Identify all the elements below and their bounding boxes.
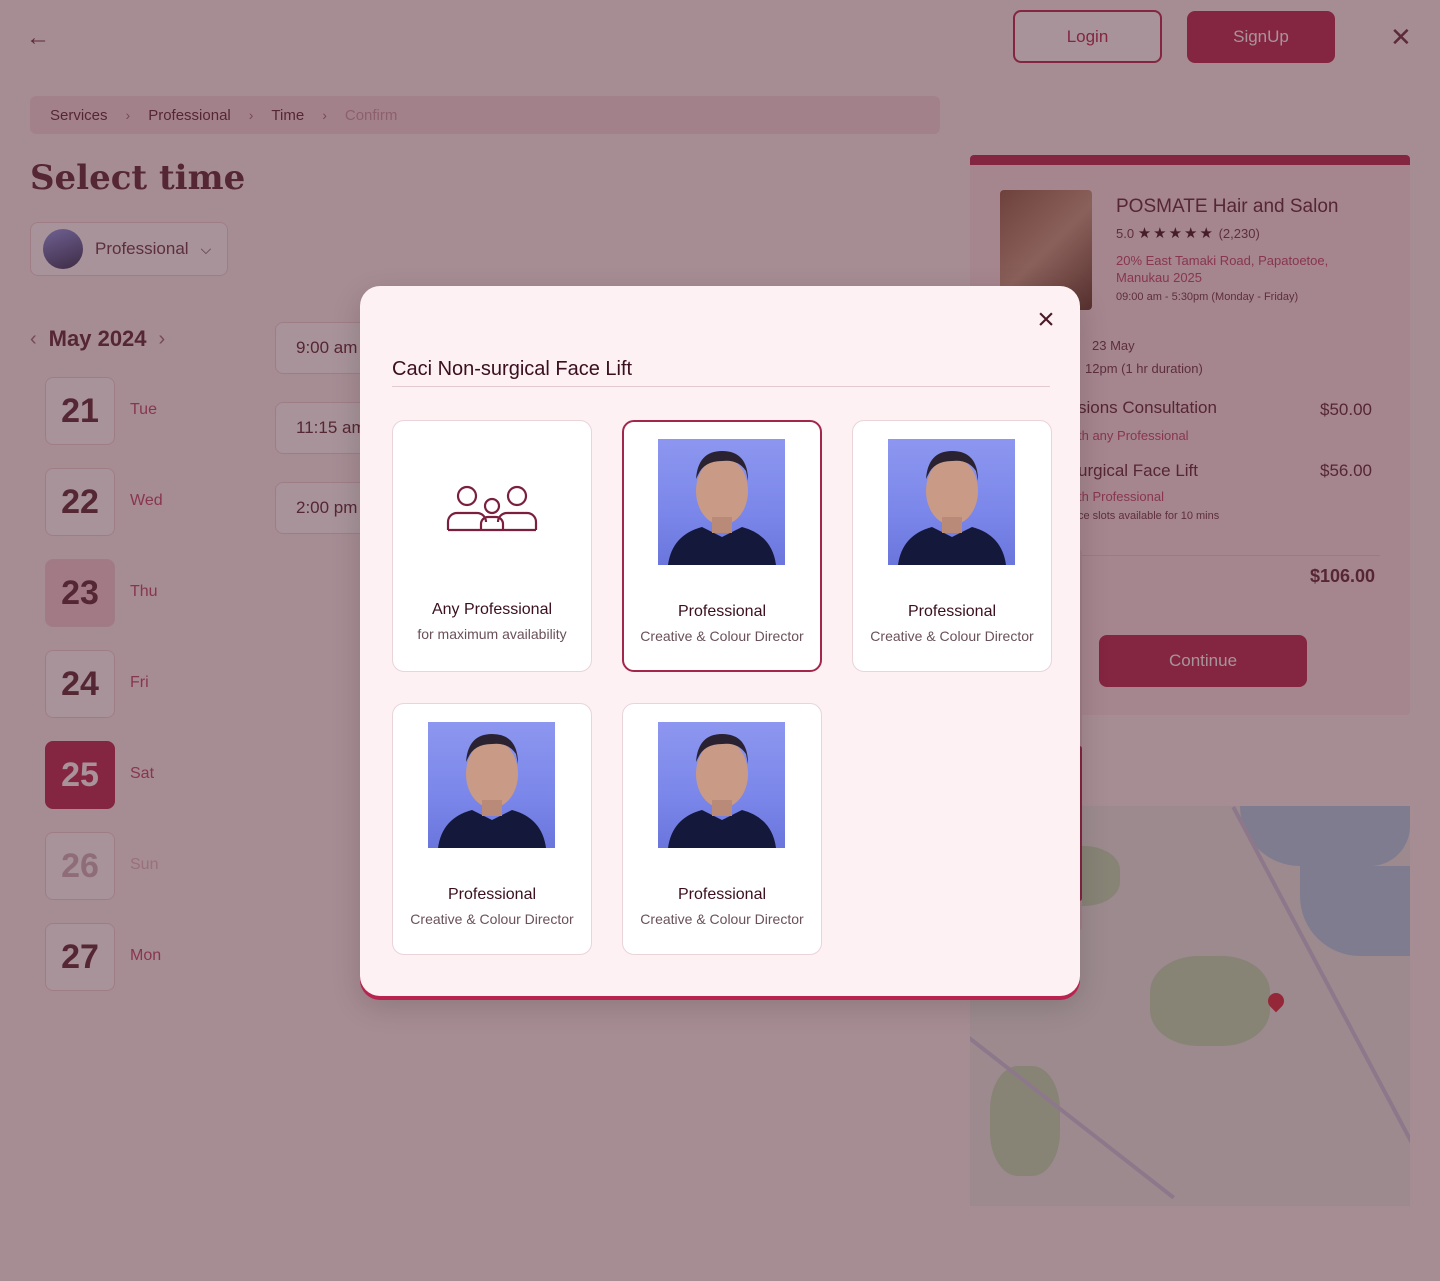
card-name: Professional (677, 886, 767, 903)
person-photo-icon (438, 734, 546, 848)
card-role: Creative & Colour Director (640, 911, 804, 927)
professional-photo (888, 439, 1015, 565)
person-photo-icon (668, 734, 776, 848)
card-name: Professional (677, 603, 767, 620)
any-professional-card[interactable]: Any Professional for maximum availabilit… (392, 420, 592, 672)
group-icon (446, 485, 538, 532)
modal-title: Caci Non-surgical Face Lift (392, 358, 633, 380)
professional-card[interactable]: Professional Creative & Colour Director (392, 703, 592, 955)
card-role: Creative & Colour Director (410, 911, 574, 927)
professional-card[interactable]: Professional Creative & Colour Director (622, 420, 822, 672)
card-role: Creative & Colour Director (870, 628, 1034, 644)
professional-card[interactable]: Professional Creative & Colour Director (852, 420, 1052, 672)
person-photo-icon (668, 451, 776, 565)
card-name: Professional (907, 603, 997, 620)
professional-photo (428, 722, 555, 848)
professional-card[interactable]: Professional Creative & Colour Director (622, 703, 822, 955)
card-name: Professional (447, 886, 537, 903)
close-icon[interactable]: × (1033, 305, 1059, 335)
divider (392, 386, 1050, 387)
professional-photo (658, 439, 785, 565)
card-name: Any Professional (431, 601, 553, 618)
person-photo-icon (898, 451, 1006, 565)
card-subtitle: for maximum availability (417, 626, 567, 642)
card-role: Creative & Colour Director (640, 628, 804, 644)
professional-photo (658, 722, 785, 848)
